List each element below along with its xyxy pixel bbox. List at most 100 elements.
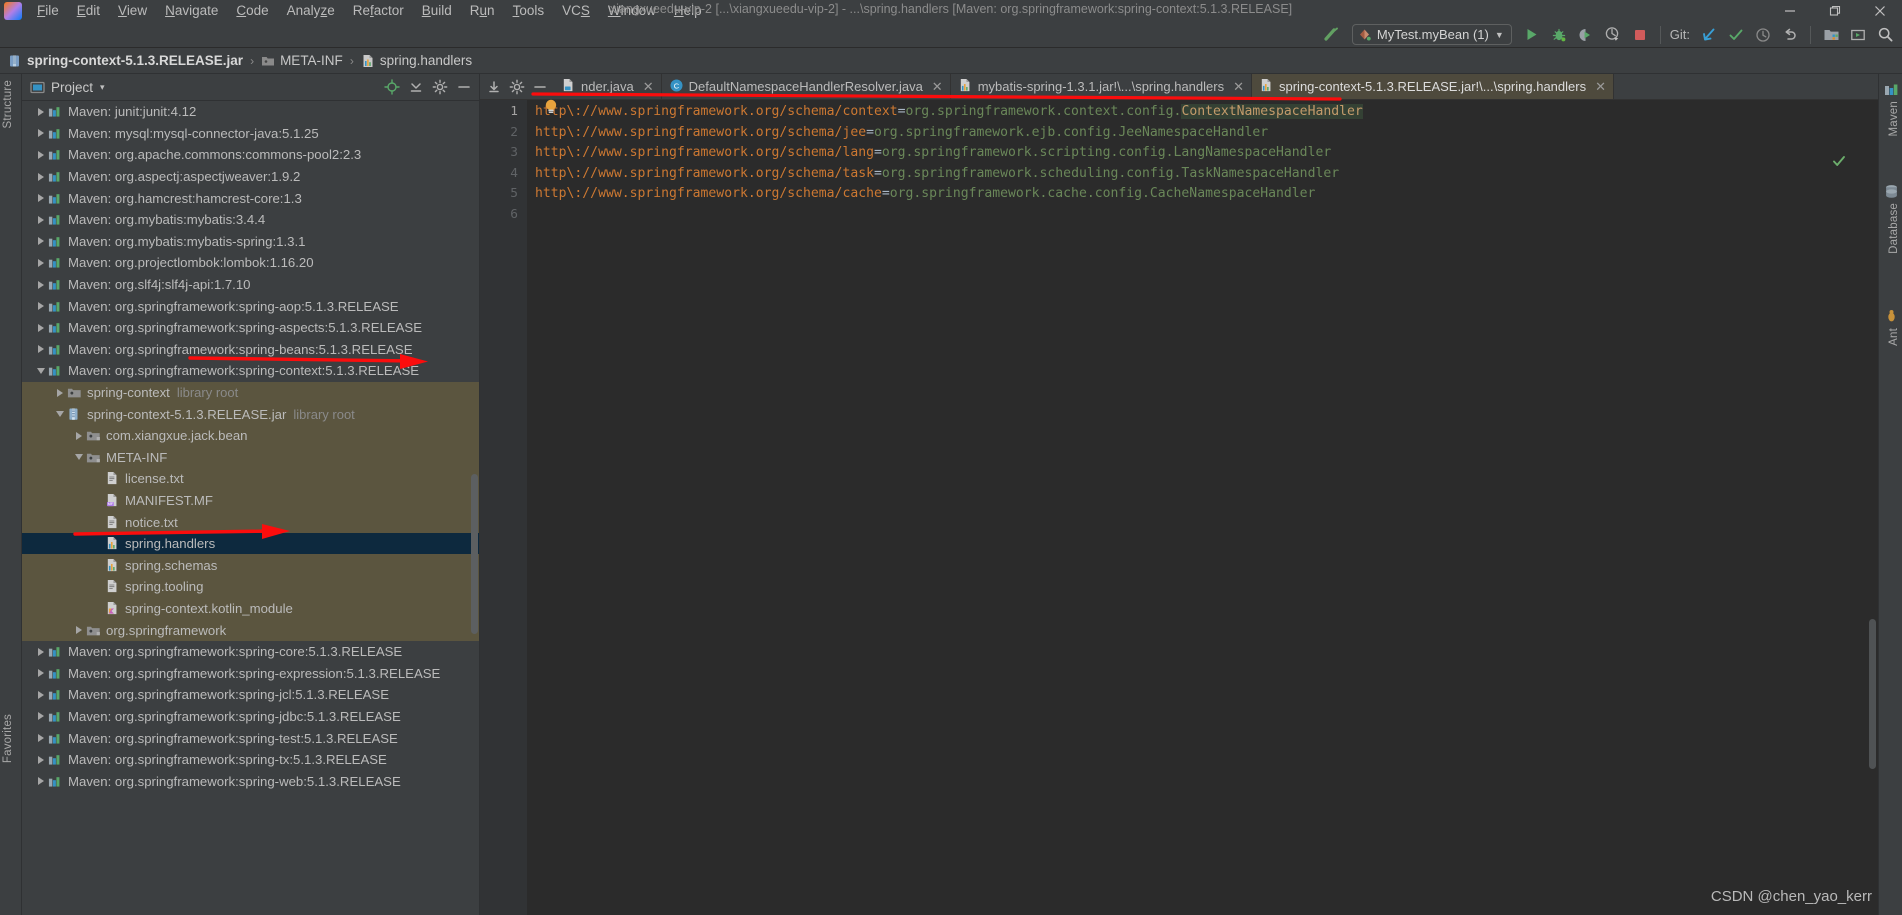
- tool-window-maven[interactable]: Maven: [1884, 82, 1900, 137]
- editor-code-area[interactable]: http\://www.springframework.org/schema/c…: [527, 100, 1878, 915]
- chevron-down-icon[interactable]: ▾: [100, 82, 105, 93]
- code-line[interactable]: [535, 205, 1878, 226]
- tree-node[interactable]: Maven: org.mybatis:mybatis:3.4.4: [22, 209, 479, 231]
- tree-twisty[interactable]: [34, 107, 47, 116]
- code-line[interactable]: http\://www.springframework.org/schema/t…: [535, 164, 1878, 185]
- tree-node[interactable]: Maven: org.springframework:spring-web:5.…: [22, 770, 479, 792]
- tree-twisty[interactable]: [34, 215, 47, 224]
- git-commit-icon[interactable]: [1723, 23, 1749, 47]
- tree-node[interactable]: spring-context-5.1.3.RELEASE.jar library …: [22, 403, 479, 425]
- tool-window-database[interactable]: Database: [1884, 184, 1900, 254]
- tree-node[interactable]: Maven: org.apache.commons:commons-pool2:…: [22, 144, 479, 166]
- expand-arrow-icon[interactable]: [37, 712, 44, 721]
- expand-arrow-icon[interactable]: [56, 388, 63, 397]
- tree-twisty[interactable]: [34, 280, 47, 289]
- collapse-arrow-icon[interactable]: [36, 367, 45, 374]
- build-icon[interactable]: [1319, 23, 1345, 47]
- expand-arrow-icon[interactable]: [37, 129, 44, 138]
- editor-tab[interactable]: spring-context-5.1.3.RELEASE.jar!\...\sp…: [1252, 74, 1614, 99]
- code-line[interactable]: http\://www.springframework.org/schema/j…: [535, 123, 1878, 144]
- expand-arrow-icon[interactable]: [37, 690, 44, 699]
- tab-close-icon[interactable]: ✕: [932, 79, 943, 95]
- tree-node[interactable]: com.xiangxue.jack.bean: [22, 424, 479, 447]
- tree-node[interactable]: Maven: org.projectlombok:lombok:1.16.20: [22, 252, 479, 274]
- expand-arrow-icon[interactable]: [37, 323, 44, 332]
- tool-window-structure[interactable]: Structure: [2, 80, 14, 128]
- tree-twisty[interactable]: [34, 345, 47, 354]
- tab-close-icon[interactable]: ✕: [1595, 79, 1606, 95]
- editor-scrollbar[interactable]: [1869, 619, 1876, 769]
- menu-window[interactable]: Window: [599, 1, 665, 20]
- collapse-arrow-icon[interactable]: [74, 454, 83, 461]
- tree-twisty[interactable]: [34, 367, 47, 374]
- expand-arrow-icon[interactable]: [75, 431, 82, 440]
- project-scrollbar[interactable]: [471, 474, 478, 634]
- tree-node[interactable]: Maven: mysql:mysql-connector-java:5.1.25: [22, 123, 479, 145]
- collapse-all-icon[interactable]: [405, 76, 427, 98]
- tree-twisty[interactable]: [34, 172, 47, 181]
- expand-arrow-icon[interactable]: [37, 107, 44, 116]
- menu-help[interactable]: Help: [665, 1, 711, 20]
- menu-file[interactable]: File: [28, 1, 68, 20]
- tree-twisty[interactable]: [72, 431, 85, 440]
- editor-tab[interactable]: C DefaultNamespaceHandlerResolver.java ✕: [662, 74, 951, 99]
- expand-arrow-icon[interactable]: [37, 280, 44, 289]
- code-line[interactable]: http\://www.springframework.org/schema/c…: [535, 184, 1878, 205]
- tree-node[interactable]: spring.schemas: [22, 554, 479, 577]
- tree-twisty[interactable]: [34, 323, 47, 332]
- tree-twisty[interactable]: [34, 777, 47, 786]
- tree-twisty[interactable]: [34, 647, 47, 656]
- profile-icon[interactable]: [1600, 23, 1626, 47]
- tree-node[interactable]: MF MANIFEST.MF: [22, 489, 479, 512]
- tree-twisty[interactable]: [34, 150, 47, 159]
- tree-node[interactable]: Maven: org.springframework:spring-jdbc:5…: [22, 706, 479, 728]
- debug-icon[interactable]: [1546, 23, 1572, 47]
- expand-arrow-icon[interactable]: [37, 194, 44, 203]
- menu-run[interactable]: Run: [461, 1, 504, 20]
- tool-window-ant[interactable]: Ant: [1884, 309, 1900, 346]
- run-configuration-selector[interactable]: MyTest.myBean (1) ▼: [1351, 24, 1512, 45]
- breadcrumb-item-metainf[interactable]: META-INF: [261, 53, 343, 68]
- git-history-icon[interactable]: [1750, 23, 1776, 47]
- tab-close-icon[interactable]: ✕: [643, 79, 654, 95]
- tree-twisty[interactable]: [34, 669, 47, 678]
- tree-node[interactable]: Maven: org.hamcrest:hamcrest-core:1.3: [22, 187, 479, 209]
- scroll-from-source-icon[interactable]: [483, 76, 505, 98]
- menu-tools[interactable]: Tools: [504, 1, 554, 20]
- tree-node[interactable]: license.txt: [22, 468, 479, 490]
- tree-node[interactable]: Maven: junit:junit:4.12: [22, 101, 479, 123]
- tree-twisty[interactable]: [53, 411, 66, 418]
- editor-tab[interactable]: mybatis-spring-1.3.1.jar!\...\spring.han…: [951, 74, 1252, 99]
- minimize-button[interactable]: [1767, 0, 1812, 21]
- tree-node[interactable]: Maven: org.springframework:spring-beans:…: [22, 339, 479, 361]
- menu-view[interactable]: View: [109, 1, 156, 20]
- expand-arrow-icon[interactable]: [37, 237, 44, 246]
- tree-twisty[interactable]: [53, 388, 66, 397]
- tree-twisty[interactable]: [34, 302, 47, 311]
- expand-arrow-icon[interactable]: [37, 777, 44, 786]
- select-run-target-icon[interactable]: [1845, 23, 1871, 47]
- menu-navigate[interactable]: Navigate: [156, 1, 227, 20]
- tree-twisty[interactable]: [34, 258, 47, 267]
- menu-code[interactable]: Code: [227, 1, 277, 20]
- breadcrumb-item-jar[interactable]: spring-context-5.1.3.RELEASE.jar: [8, 53, 243, 68]
- tree-twisty[interactable]: [72, 626, 85, 635]
- collapse-arrow-icon[interactable]: [55, 411, 64, 418]
- tree-twisty[interactable]: [34, 237, 47, 246]
- tree-node[interactable]: Maven: org.springframework:spring-tx:5.1…: [22, 749, 479, 771]
- code-line[interactable]: http\://www.springframework.org/schema/c…: [535, 102, 1878, 123]
- run-icon[interactable]: [1519, 23, 1545, 47]
- expand-arrow-icon[interactable]: [37, 150, 44, 159]
- expand-arrow-icon[interactable]: [37, 647, 44, 656]
- tree-node[interactable]: Maven: org.springframework:spring-contex…: [22, 360, 479, 382]
- gear-icon[interactable]: [429, 76, 451, 98]
- git-revert-icon[interactable]: [1777, 23, 1803, 47]
- tool-window-favorites[interactable]: Favorites: [2, 714, 14, 763]
- tree-node[interactable]: notice.txt: [22, 511, 479, 533]
- inspection-status-icon[interactable]: [1832, 154, 1846, 171]
- expand-arrow-icon[interactable]: [37, 258, 44, 267]
- tree-node[interactable]: META-INF: [22, 446, 479, 469]
- tree-node[interactable]: spring-context library root: [22, 381, 479, 404]
- run-with-coverage-icon[interactable]: [1573, 23, 1599, 47]
- hide-panel-icon[interactable]: [453, 76, 475, 98]
